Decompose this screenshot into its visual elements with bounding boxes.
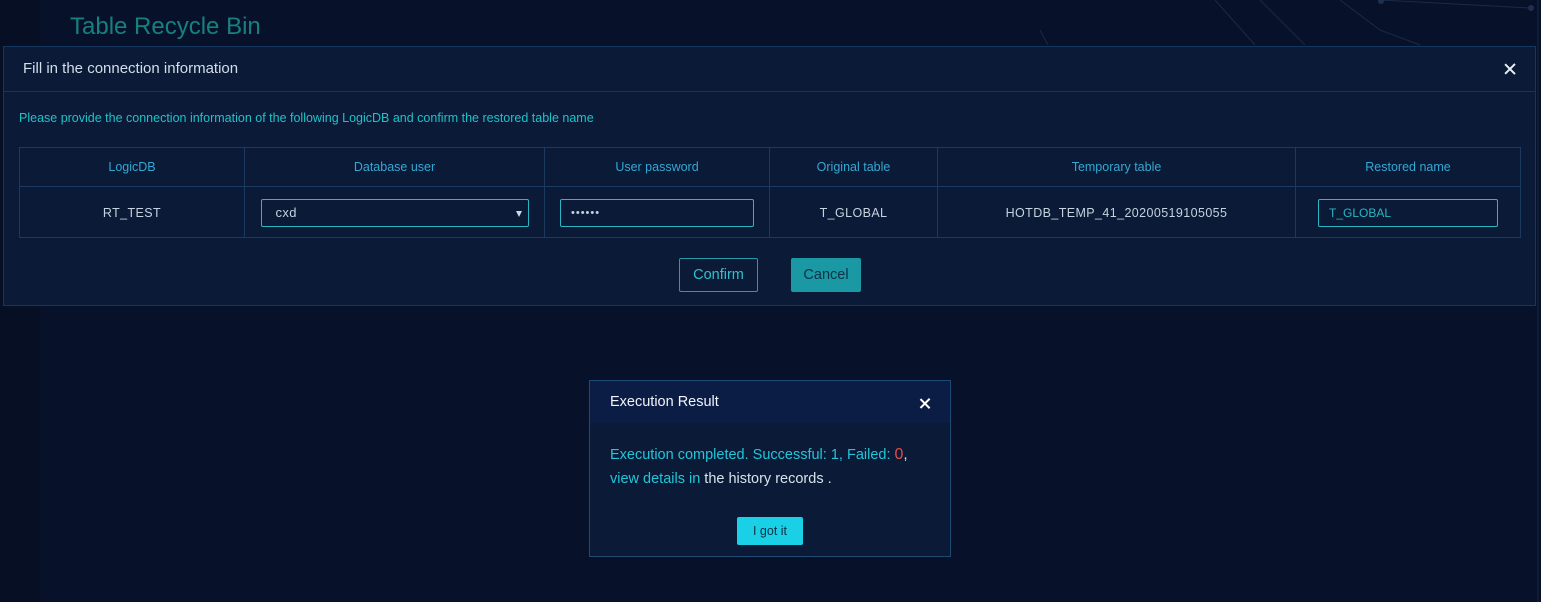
dialog-header: Fill in the connection information	[4, 47, 1535, 92]
history-records-text: the history records .	[700, 471, 832, 487]
original-table-cell: T_GLOBAL	[770, 187, 938, 238]
database-user-value: cxd	[275, 205, 297, 220]
failed-label: , Failed:	[838, 447, 895, 463]
restored-name-cell	[1296, 187, 1520, 238]
result-dialog-title: Execution Result	[610, 394, 719, 410]
column-header-temporary-table: Temporary table	[938, 148, 1296, 186]
column-header-user-password: User password	[545, 148, 770, 186]
result-message: Execution completed. Successful: 1, Fail…	[610, 443, 930, 491]
table-row: RT_TEST cxd T_GLOBAL HOTDB_TEMP_41_20200…	[20, 187, 1520, 238]
dialog-title: Fill in the connection information	[23, 60, 239, 77]
confirm-button[interactable]: Confirm	[679, 258, 758, 292]
successful-count: 1	[830, 447, 839, 463]
close-icon[interactable]	[1503, 62, 1517, 76]
view-details-link[interactable]: view details in	[610, 471, 700, 487]
column-header-original-table: Original table	[770, 148, 938, 186]
close-icon[interactable]	[919, 397, 931, 409]
logicdb-cell: RT_TEST	[20, 187, 245, 238]
result-message-comma: ,	[903, 447, 908, 463]
temporary-table-cell: HOTDB_TEMP_41_20200519105055	[938, 187, 1296, 238]
database-user-cell: cxd	[245, 187, 545, 238]
restored-name-input[interactable]	[1318, 198, 1498, 227]
result-message-prefix: Execution completed. Successful:	[610, 447, 831, 463]
dropdown-arrow-icon	[515, 210, 522, 217]
user-password-cell	[545, 187, 770, 238]
user-password-input[interactable]	[560, 198, 754, 227]
i-got-it-button[interactable]: I got it	[737, 517, 803, 545]
page-title: Table Recycle Bin	[70, 13, 261, 40]
column-header-restored-name: Restored name	[1365, 160, 1451, 174]
column-header-logicdb: LogicDB	[20, 148, 245, 186]
connection-dialog: Fill in the connection information Pleas…	[3, 46, 1536, 306]
cancel-button[interactable]: Cancel	[791, 258, 861, 292]
instruction-text: Please provide the connection informatio…	[19, 111, 594, 125]
connection-table: LogicDB Database user User password Orig…	[19, 147, 1521, 238]
execution-result-dialog: Execution Result Execution completed. Su…	[589, 380, 951, 557]
column-header-database-user: Database user	[245, 148, 545, 186]
table-header-row: LogicDB Database user User password Orig…	[20, 148, 1520, 187]
database-user-select[interactable]: cxd	[260, 198, 529, 227]
result-dialog-header: Execution Result	[590, 381, 950, 423]
